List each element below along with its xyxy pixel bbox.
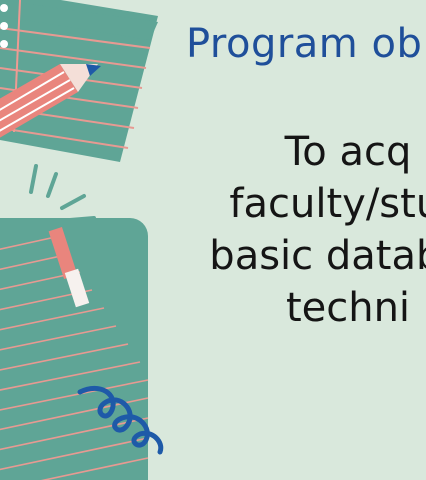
sparkle-icon bbox=[29, 164, 96, 222]
body-line: basic databas bbox=[209, 233, 426, 279]
slide: Program ob To acq faculty/stud basic dat… bbox=[0, 0, 426, 480]
body-line: techni bbox=[285, 285, 411, 331]
notebook-icon bbox=[0, 218, 149, 480]
body-line: faculty/stud bbox=[229, 181, 426, 227]
body-line: To acq bbox=[284, 129, 412, 175]
slide-title: Program ob bbox=[186, 21, 423, 67]
slide-body: To acq faculty/stud basic databas techni bbox=[138, 126, 426, 334]
